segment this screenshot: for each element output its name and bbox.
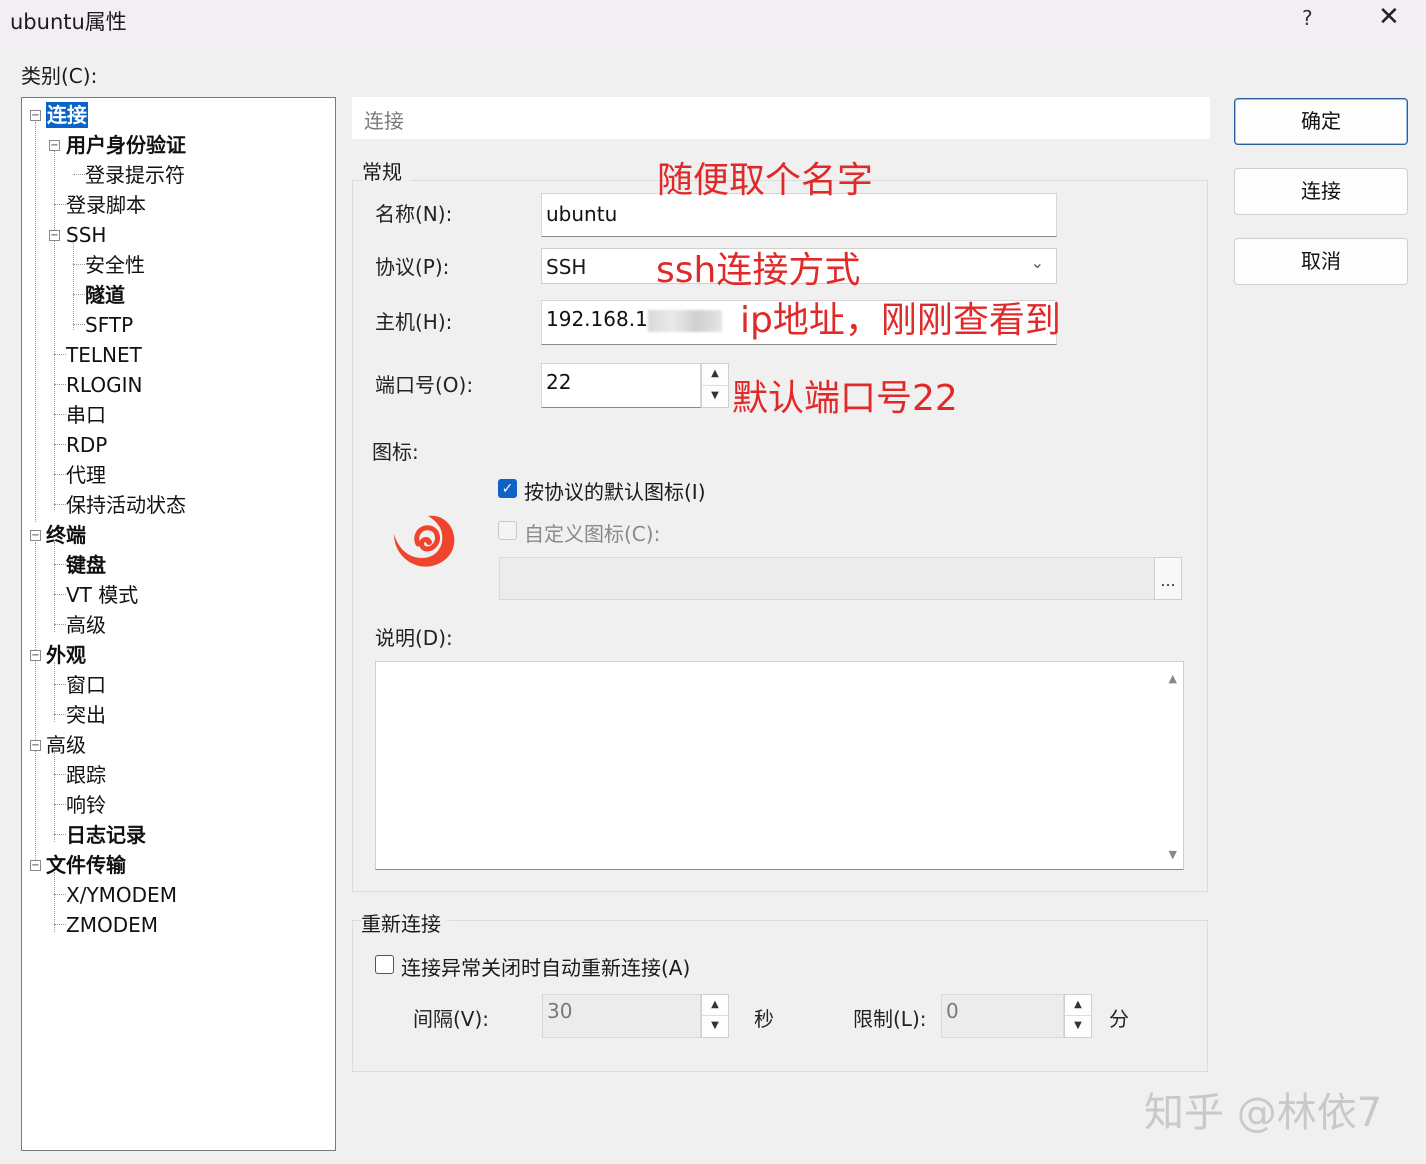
spin-up-icon[interactable]: ▲ xyxy=(702,995,728,1016)
port-input[interactable]: 22 xyxy=(541,363,701,408)
tree-item-connection[interactable]: 连接 xyxy=(46,102,88,128)
auto-reconnect-checkbox[interactable] xyxy=(375,955,394,974)
tree-item-security[interactable]: 安全性 xyxy=(85,252,145,278)
port-spinner[interactable]: ▲ ▼ xyxy=(701,363,729,408)
tree-item-sftp[interactable]: SFTP xyxy=(85,312,133,338)
tree-item-terminal-advanced[interactable]: 高级 xyxy=(66,612,106,638)
annotation-port: 默认端口号22 xyxy=(732,378,958,419)
reconnect-group-title: 重新连接 xyxy=(361,908,449,937)
spin-up-icon[interactable]: ▲ xyxy=(702,364,728,386)
collapse-icon[interactable]: − xyxy=(49,230,60,241)
tree-item-rlogin[interactable]: RLOGIN xyxy=(66,372,142,398)
protocol-selected-value: SSH xyxy=(546,255,587,279)
protocol-logo-icon xyxy=(394,515,455,567)
title-bar: ubuntu属性 ? ✕ xyxy=(0,0,1426,42)
tree-item-login-prompts[interactable]: 登录提示符 xyxy=(85,162,185,188)
tree-item-window[interactable]: 窗口 xyxy=(66,672,106,698)
annotation-host: ip地址，刚刚查看到 xyxy=(740,300,1061,341)
spin-down-icon[interactable]: ▼ xyxy=(702,1016,728,1037)
interval-label: 间隔(V): xyxy=(413,1007,490,1031)
tree-item-ssh[interactable]: SSH xyxy=(66,222,106,248)
description-textarea[interactable]: ▲ ▼ xyxy=(375,661,1184,870)
tree-item-xymodem[interactable]: X/YMODEM xyxy=(66,882,177,908)
tree-item-rdp[interactable]: RDP xyxy=(66,432,107,458)
tree-item-terminal[interactable]: 终端 xyxy=(46,522,86,548)
spin-up-icon[interactable]: ▲ xyxy=(1065,995,1091,1016)
description-label: 说明(D): xyxy=(375,626,453,650)
tree-item-serial[interactable]: 串口 xyxy=(66,402,106,428)
tree-item-keyboard[interactable]: 键盘 xyxy=(66,552,106,578)
limit-input[interactable]: 0 xyxy=(941,994,1064,1038)
port-label: 端口号(O): xyxy=(375,373,474,397)
annotation-protocol: ssh连接方式 xyxy=(656,250,861,291)
redacted-blur xyxy=(647,309,722,332)
ok-button[interactable]: 确定 xyxy=(1234,98,1408,145)
panel-header: 连接 xyxy=(352,97,1210,139)
tree-item-login-scripts[interactable]: 登录脚本 xyxy=(66,192,146,218)
category-tree[interactable]: − − − − − − − 连接 用户身份验证 登录提示符 登录脚本 SSH 安… xyxy=(21,97,336,1151)
general-group-title: 常规 xyxy=(362,156,410,185)
default-icon-label: 按协议的默认图标(I) xyxy=(524,480,706,504)
tree-item-file-transfer[interactable]: 文件传输 xyxy=(46,852,126,878)
interval-input[interactable]: 30 xyxy=(542,994,701,1038)
collapse-icon[interactable]: − xyxy=(30,650,41,661)
custom-icon-checkbox[interactable] xyxy=(498,521,517,540)
tree-item-zmodem[interactable]: ZMODEM xyxy=(66,912,158,938)
collapse-icon[interactable]: − xyxy=(49,140,60,151)
limit-label: 限制(L): xyxy=(853,1007,927,1031)
category-label: 类别(C): xyxy=(21,64,98,88)
tree-item-appearance[interactable]: 外观 xyxy=(46,642,86,668)
auto-reconnect-label: 连接异常关闭时自动重新连接(A) xyxy=(401,956,691,980)
tree-item-advanced[interactable]: 高级 xyxy=(46,732,86,758)
collapse-icon[interactable]: − xyxy=(30,740,41,751)
annotation-name: 随便取个名字 xyxy=(657,160,874,201)
spin-down-icon[interactable]: ▼ xyxy=(1065,1016,1091,1037)
description-scrollbar[interactable]: ▲ ▼ xyxy=(1161,662,1183,869)
tree-item-telnet[interactable]: TELNET xyxy=(66,342,142,368)
collapse-icon[interactable]: − xyxy=(30,110,41,121)
collapse-icon[interactable]: − xyxy=(30,860,41,871)
scroll-up-icon[interactable]: ▲ xyxy=(1169,672,1177,685)
custom-icon-path-field[interactable] xyxy=(499,557,1182,600)
limit-unit: 分 xyxy=(1109,1007,1129,1031)
interval-unit: 秒 xyxy=(754,1007,774,1031)
tree-item-vt-modes[interactable]: VT 模式 xyxy=(66,582,138,608)
default-icon-checkbox[interactable]: ✓ xyxy=(498,479,517,498)
protocol-label: 协议(P): xyxy=(375,255,450,279)
tree-item-bell[interactable]: 响铃 xyxy=(66,792,106,818)
tree-item-proxy[interactable]: 代理 xyxy=(66,462,106,488)
limit-spinner[interactable]: ▲ ▼ xyxy=(1064,994,1092,1038)
custom-icon-label: 自定义图标(C): xyxy=(524,522,661,546)
tree-item-authentication[interactable]: 用户身份验证 xyxy=(66,132,186,158)
tree-item-logging[interactable]: 日志记录 xyxy=(66,822,146,848)
name-label: 名称(N): xyxy=(375,202,453,226)
browse-button[interactable]: ... xyxy=(1154,557,1182,600)
help-button[interactable]: ? xyxy=(1302,6,1313,30)
watermark: 知乎 @林依7 xyxy=(1144,1090,1383,1136)
interval-spinner[interactable]: ▲ ▼ xyxy=(701,994,729,1038)
collapse-icon[interactable]: − xyxy=(30,530,41,541)
tree-item-keep-alive[interactable]: 保持活动状态 xyxy=(66,492,186,518)
tree-item-tunneling[interactable]: 隧道 xyxy=(85,282,125,308)
scroll-down-icon[interactable]: ▼ xyxy=(1169,848,1177,861)
host-label: 主机(H): xyxy=(375,310,453,334)
tree-item-trace[interactable]: 跟踪 xyxy=(66,762,106,788)
spin-down-icon[interactable]: ▼ xyxy=(702,386,728,408)
close-icon[interactable]: ✕ xyxy=(1378,2,1400,32)
tree-item-highlight[interactable]: 突出 xyxy=(66,702,106,728)
chevron-down-icon: ⌄ xyxy=(1030,253,1044,272)
icon-label: 图标: xyxy=(372,440,419,464)
host-value: 192.168.1 xyxy=(546,307,648,331)
connect-button[interactable]: 连接 xyxy=(1234,168,1408,215)
cancel-button[interactable]: 取消 xyxy=(1234,238,1408,285)
window-title: ubuntu属性 xyxy=(10,10,127,34)
